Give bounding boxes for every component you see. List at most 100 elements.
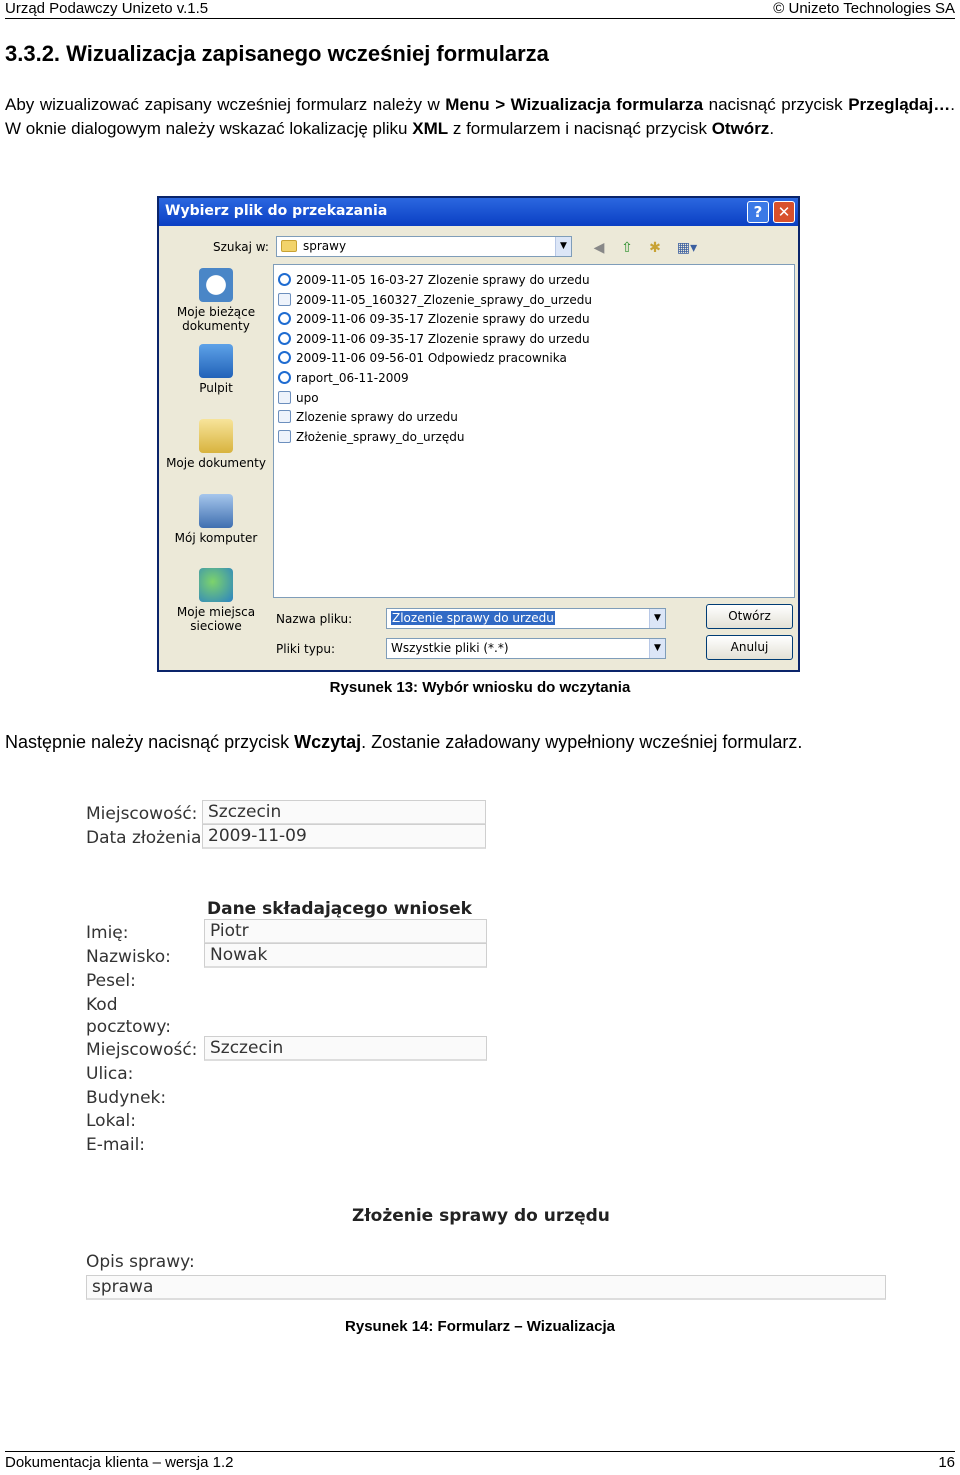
list-item[interactable]: Złożenie_sprawy_do_urzędu — [278, 428, 790, 448]
file-name-input[interactable]: Zlozenie sprawy do urzedu ▼ — [386, 608, 666, 629]
list-item[interactable]: raport_06-11-2009 — [278, 369, 790, 389]
data-zlozenia-field[interactable]: 2009-11-09 — [202, 824, 486, 849]
intro-text-4: z formularzem i nacisnąć przycisk — [448, 119, 712, 138]
list-item[interactable]: 2009-11-06 09-56-01 Odpowiedz pracownika — [278, 349, 790, 369]
intro-bold-menu: Menu > Wizualizacja formularza — [445, 95, 704, 114]
place-desktop[interactable]: Pulpit — [163, 344, 269, 395]
file-dialog: Wybierz plik do przekazania ? ✕ Szukaj w… — [157, 196, 800, 672]
desktop-icon — [199, 344, 233, 378]
intro-bold-browse: Przeglądaj… — [848, 95, 951, 114]
file-name: 2009-11-06 09-35-17 Zlozenie sprawy do u… — [296, 312, 590, 327]
list-item[interactable]: 2009-11-06 09-35-17 Zlozenie sprawy do u… — [278, 330, 790, 350]
file-name: upo — [296, 390, 319, 405]
miejscowosc2-label: Miejscowość: — [86, 1040, 198, 1060]
up-folder-icon[interactable]: ⇧ — [617, 239, 637, 257]
data-zlozenia-label: Data złożenia: — [86, 828, 208, 848]
place-network[interactable]: Moje miejsca sieciowe — [163, 568, 269, 633]
ie-file-icon — [278, 370, 291, 384]
cancel-button[interactable]: Anuluj — [706, 635, 793, 660]
place-label: Moje bieżące — [176, 305, 256, 319]
file-list: 2009-11-05 16-03-27 Zlozenie sprawy do u… — [273, 264, 795, 598]
place-recent[interactable]: Moje bieżące dokumenty — [163, 268, 269, 333]
intro-text-2: nacisnąć przycisk — [703, 95, 849, 114]
kod-pocztowy-label: pocztowy: — [86, 1017, 171, 1037]
new-folder-icon[interactable]: ✱ — [645, 239, 665, 257]
second-paragraph: Następnie należy nacisnąć przycisk Wczyt… — [5, 732, 802, 753]
my-computer-icon — [199, 494, 233, 528]
xml-file-icon — [278, 429, 291, 443]
file-name: 2009-11-05_160327_Zlozenie_sprawy_do_urz… — [296, 292, 592, 307]
chevron-down-icon[interactable]: ▼ — [649, 609, 665, 628]
section-title: 3.3.2. Wizualizacja zapisanego wcześniej… — [5, 41, 549, 66]
section-heading-applicant: Dane składającego wniosek — [207, 899, 472, 919]
file-name: Zlozenie sprawy do urzedu — [296, 410, 458, 425]
file-name: raport_06-11-2009 — [296, 370, 409, 385]
list-item[interactable]: upo — [278, 389, 790, 409]
ie-file-icon — [278, 273, 291, 286]
lokal-label: Lokal: — [86, 1111, 136, 1131]
close-icon[interactable]: ✕ — [773, 201, 795, 223]
nazwisko-label: Nazwisko: — [86, 947, 171, 967]
recent-documents-icon — [199, 268, 233, 302]
miejscowosc-label: Miejscowość: — [86, 804, 198, 824]
para2-bold-load: Wczytaj — [294, 732, 362, 752]
header-left: Urząd Podawczy Unizeto v.1.5 — [5, 0, 209, 17]
look-in-label: Szukaj w: — [213, 240, 269, 254]
place-label: Mój komputer — [174, 531, 258, 545]
header-right: © Unizeto Technologies SA — [773, 0, 955, 17]
file-type-label: Pliki typu: — [276, 642, 336, 656]
xml-file-icon — [278, 410, 291, 424]
section-heading-submission: Złożenie sprawy do urzędu — [352, 1206, 610, 1226]
help-icon[interactable]: ? — [747, 201, 769, 223]
para2-text-1: Następnie należy nacisnąć przycisk — [5, 732, 295, 752]
intro-text-1: Aby wizualizować zapisany wcześniej form… — [5, 95, 446, 114]
nazwisko-field[interactable]: Nowak — [204, 943, 487, 968]
place-my-computer[interactable]: Mój komputer — [163, 494, 269, 545]
figure-13-caption: Rysunek 13: Wybór wniosku do wczytania — [329, 679, 631, 696]
page-footer: Dokumentacja klienta – wersja 1.2 16 — [5, 1451, 955, 1475]
look-in-value: sprawy — [303, 239, 347, 253]
ie-file-icon — [278, 331, 291, 345]
chevron-down-icon[interactable]: ▼ — [555, 237, 571, 256]
back-icon[interactable]: ◀ — [589, 239, 609, 257]
pesel-label: Pesel: — [86, 971, 136, 991]
chevron-down-icon[interactable]: ▼ — [649, 639, 665, 658]
email-label: E-mail: — [86, 1135, 146, 1155]
file-icon — [278, 292, 291, 306]
page-header: Urząd Podawczy Unizeto v.1.5 © Unizeto T… — [5, 0, 955, 19]
my-documents-icon — [199, 419, 233, 453]
list-item[interactable]: 2009-11-05 16-03-27 Zlozenie sprawy do u… — [278, 271, 790, 291]
place-label: dokumenty — [182, 319, 250, 333]
intro-bold-xml: XML — [412, 119, 449, 138]
place-label: sieciowe — [190, 619, 242, 633]
place-label: Moje dokumenty — [166, 456, 266, 470]
miejscowosc2-field[interactable]: Szczecin — [204, 1036, 487, 1061]
xml-file-icon — [278, 390, 291, 404]
open-button[interactable]: Otwórz — [706, 604, 793, 629]
miejscowosc-field[interactable]: Szczecin — [202, 800, 486, 825]
file-name: 2009-11-06 09-56-01 Odpowiedz pracownika — [296, 351, 567, 366]
list-item[interactable]: Zlozenie sprawy do urzedu — [278, 408, 790, 428]
file-type-value: Wszystkie pliki (*.*) — [391, 641, 509, 655]
imie-field[interactable]: Piotr — [204, 919, 487, 944]
view-menu-icon[interactable]: ▦▾ — [673, 239, 701, 257]
figure-14-caption: Rysunek 14: Formularz – Wizualizacja — [345, 1318, 615, 1335]
intro-bold-open: Otwórz — [711, 119, 770, 138]
form-visualization: Miejscowość: Szczecin Data złożenia: 200… — [80, 795, 892, 1305]
opis-sprawy-field[interactable]: sprawa — [86, 1275, 886, 1300]
place-my-documents[interactable]: Moje dokumenty — [163, 419, 269, 470]
list-item[interactable]: 2009-11-05_160327_Zlozenie_sprawy_do_urz… — [278, 291, 790, 311]
place-label: Moje miejsca — [176, 605, 256, 619]
dialog-titlebar: Wybierz plik do przekazania ? ✕ — [159, 198, 798, 226]
ulica-label: Ulica: — [86, 1064, 134, 1084]
file-type-select[interactable]: Wszystkie pliki (*.*) ▼ — [386, 638, 666, 659]
look-in-combo[interactable]: sprawy ▼ — [276, 236, 572, 257]
ie-file-icon — [278, 312, 291, 326]
page-number: 16 — [938, 1454, 955, 1471]
intro-paragraph: Aby wizualizować zapisany wcześniej form… — [5, 93, 955, 141]
file-name: Złożenie_sprawy_do_urzędu — [296, 429, 465, 444]
ie-file-icon — [278, 351, 291, 365]
opis-sprawy-label: Opis sprawy: — [86, 1252, 195, 1272]
dialog-title: Wybierz plik do przekazania — [165, 203, 388, 219]
list-item[interactable]: 2009-11-06 09-35-17 Zlozenie sprawy do u… — [278, 310, 790, 330]
